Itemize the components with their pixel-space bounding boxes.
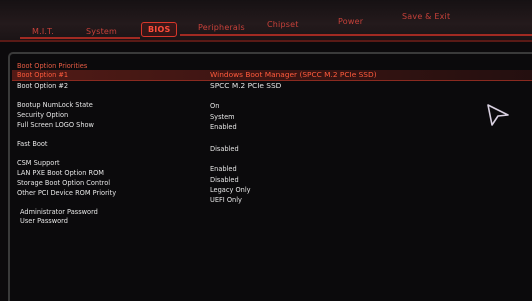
tab-bios[interactable]: BIOS: [141, 22, 178, 37]
security-option-label[interactable]: Security Option: [17, 111, 68, 119]
tab-peripherals[interactable]: Peripherals: [198, 23, 245, 32]
tab-power[interactable]: Power: [338, 17, 363, 26]
logo-show-value[interactable]: Enabled: [210, 123, 237, 131]
lan-pxe-label[interactable]: LAN PXE Boot Option ROM: [17, 169, 104, 177]
csm-support-value[interactable]: Enabled: [210, 165, 237, 173]
csm-support-label[interactable]: CSM Support: [17, 159, 60, 167]
section-heading: Boot Option Priorities: [17, 62, 88, 70]
pci-rom-priority-value[interactable]: UEFI Only: [210, 196, 242, 204]
storage-boot-label[interactable]: Storage Boot Option Control: [17, 179, 110, 187]
user-password-label[interactable]: User Password: [20, 217, 68, 225]
tab-underline-left: [20, 37, 140, 39]
boot-option-1-label[interactable]: Boot Option #1: [17, 71, 68, 79]
numlock-state-value[interactable]: On: [210, 102, 219, 110]
tab-system[interactable]: System: [86, 27, 117, 36]
boot-option-2-value[interactable]: SPCC M.2 PCIe SSD: [210, 81, 281, 90]
tab-chipset[interactable]: Chipset: [267, 20, 299, 29]
tab-underline-right: [180, 34, 532, 36]
logo-show-label[interactable]: Full Screen LOGO Show: [17, 121, 94, 129]
admin-password-label[interactable]: Administrator Password: [20, 208, 98, 216]
boot-option-2-label[interactable]: Boot Option #2: [17, 82, 68, 90]
fast-boot-value[interactable]: Disabled: [210, 145, 239, 153]
fast-boot-label[interactable]: Fast Boot: [17, 140, 48, 148]
tab-save-exit[interactable]: Save & Exit: [402, 12, 450, 21]
security-option-value[interactable]: System: [210, 113, 235, 121]
numlock-state-label[interactable]: Bootup NumLock State: [17, 101, 93, 109]
pci-rom-priority-label[interactable]: Other PCI Device ROM Priority: [17, 189, 116, 197]
mouse-cursor-icon: [487, 104, 509, 126]
tab-mit[interactable]: M.I.T.: [32, 27, 54, 36]
boot-option-1-value[interactable]: Windows Boot Manager (SPCC M.2 PCIe SSD): [210, 70, 377, 79]
top-menu-bar: M.I.T. System BIOS Peripherals Chipset P…: [0, 0, 532, 42]
storage-boot-value[interactable]: Legacy Only: [210, 186, 251, 194]
lan-pxe-value[interactable]: Disabled: [210, 176, 239, 184]
